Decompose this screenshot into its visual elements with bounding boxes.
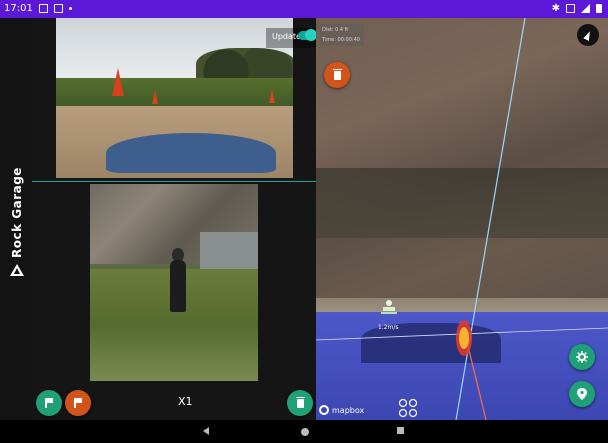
mapbox-attribution[interactable]: mapbox — [319, 405, 364, 415]
location-pin-icon — [577, 388, 587, 400]
flag-green-button[interactable] — [36, 390, 62, 416]
map-view[interactable]: 1.2m/s — [316, 18, 608, 420]
sim-icon — [53, 4, 63, 13]
zoom-label: X1 — [178, 395, 193, 408]
panel-divider — [32, 181, 316, 182]
back-icon[interactable] — [203, 427, 209, 435]
flight-time: Time: 00:00:40 — [322, 37, 360, 43]
bluetooth-icon: ✱ — [551, 3, 560, 14]
traffic-cone-icon — [152, 90, 158, 104]
brand-name: Rock Garage — [10, 167, 24, 258]
compass-icon — [583, 29, 593, 41]
grass — [56, 78, 293, 106]
mapbox-label: mapbox — [332, 405, 365, 415]
signal-icon — [581, 4, 590, 13]
settings-button[interactable] — [569, 344, 595, 370]
flag-icon — [74, 398, 82, 408]
traffic-cone-icon — [269, 89, 275, 103]
dot-icon — [68, 7, 72, 10]
status-time: 17:01 — [4, 3, 33, 14]
person — [170, 260, 186, 312]
drone-speed-label: 1.2m/s — [378, 324, 399, 331]
secondary-camera-feed[interactable] — [90, 184, 258, 381]
landing-pad — [106, 133, 276, 173]
flight-distance: Dist: 0.4 ft — [322, 27, 349, 33]
compass-button[interactable] — [577, 24, 599, 46]
location-button[interactable] — [569, 381, 595, 407]
live-camera-feed[interactable] — [56, 18, 293, 178]
flight-path-overlay — [316, 18, 608, 420]
flag-orange-button[interactable] — [65, 390, 91, 416]
camera-panel: Rock Garage Update X1 — [0, 18, 317, 420]
traffic-cone-icon — [112, 68, 124, 96]
gmail-icon — [38, 4, 48, 13]
delete-button[interactable] — [287, 390, 313, 416]
update-label: Update — [272, 32, 301, 41]
rock-garage-logo-icon — [10, 264, 24, 276]
mapbox-logo-icon — [319, 405, 329, 415]
battery-icon — [596, 4, 602, 13]
drone-home-icon — [398, 398, 418, 418]
recents-icon[interactable] — [397, 427, 404, 434]
data-icon — [566, 4, 575, 13]
status-bar: 17:01 ✱ — [0, 0, 608, 18]
gear-icon — [576, 351, 588, 363]
drone-marker-icon[interactable] — [379, 298, 399, 320]
flag-icon — [45, 398, 53, 408]
home-icon[interactable] — [301, 428, 309, 436]
map-delete-button[interactable] — [324, 62, 350, 88]
brand-rail: Rock Garage — [0, 18, 32, 420]
concrete-wall — [200, 232, 258, 272]
trash-icon — [332, 68, 342, 80]
trash-icon — [295, 396, 305, 408]
